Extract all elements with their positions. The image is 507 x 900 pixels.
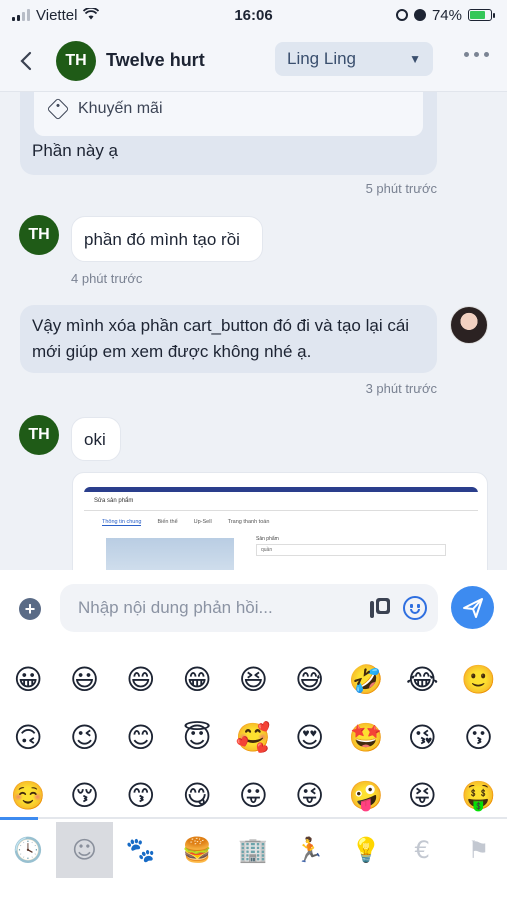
agent-select-value: Ling Ling (287, 49, 357, 68)
carrier-label: Viettel (36, 6, 78, 24)
clock: 16:06 (234, 6, 273, 24)
agent-avatar[interactable] (450, 306, 488, 344)
status-bar: Viettel 16:06 74% (0, 0, 507, 30)
emoji-key[interactable]: 🤩 (338, 708, 394, 766)
emoji-key[interactable]: 😛 (225, 766, 281, 824)
more-button[interactable] (464, 52, 489, 57)
emoji-key[interactable]: ☺️ (0, 766, 56, 824)
smiley-icon[interactable] (403, 596, 427, 620)
emoji-key[interactable]: 😊 (113, 708, 169, 766)
message-time: 3 phút trước (365, 381, 437, 396)
emoji-key[interactable]: 😝 (394, 766, 450, 824)
emoji-grid: 😀 😃 😄 😁 😆 😅 🤣 😂 🙂 🙃 😉 😊 😇 🥰 😍 🤩 😘 😗 ☺️ 😚 😙 😋 😛 😜 🤪 😝 🤑 (0, 650, 507, 824)
send-button[interactable] (451, 586, 494, 629)
image-attachment[interactable]: Sửa sản phẩm Thông tin chung Biến thể Up… (72, 472, 488, 570)
attachment-image (106, 538, 234, 570)
emoji-key[interactable]: 😗 (450, 708, 506, 766)
plus-circle-icon[interactable]: + (19, 598, 41, 620)
back-button[interactable] (14, 49, 38, 73)
smileys-icon[interactable]: ☺ (56, 822, 113, 878)
chat-header: TH Twelve hurt Ling Ling ▼ (0, 30, 507, 92)
attachment-preview: Sửa sản phẩm Thông tin chung Biến thể Up… (84, 487, 478, 570)
emoji-key[interactable]: 😜 (281, 766, 337, 824)
emoji-key[interactable]: 🙂 (450, 650, 506, 708)
places-icon[interactable]: 🏢 (225, 822, 281, 878)
emoji-key[interactable]: 🤪 (338, 766, 394, 824)
emoji-key[interactable]: 😆 (225, 650, 281, 708)
message-bubble-outgoing: Khuyến mãi Phần này ạ (20, 92, 437, 175)
attachment-tabs: Thông tin chung Biến thể Up-Sell Trang t… (84, 511, 478, 530)
message-time: 4 phút trước (71, 271, 143, 286)
alarm-icon (413, 9, 426, 21)
contact-avatar[interactable]: TH (56, 40, 96, 81)
emoji-key[interactable]: 😄 (113, 650, 169, 708)
keyboard-divider (0, 817, 507, 820)
emoji-key[interactable]: 😅 (281, 650, 337, 708)
flags-icon[interactable]: ⚑ (450, 822, 506, 878)
message-time: 5 phút trước (365, 181, 437, 196)
emoji-key[interactable]: 🤣 (338, 650, 394, 708)
battery-icon (468, 9, 495, 21)
contact-name[interactable]: Twelve hurt (106, 50, 205, 71)
message-input-wrapper[interactable] (60, 584, 438, 632)
wifi-icon (83, 7, 100, 23)
promo-card[interactable]: Khuyến mãi (34, 92, 423, 136)
chevron-left-icon (20, 51, 32, 70)
emoji-key[interactable]: 😘 (394, 708, 450, 766)
emoji-key[interactable]: 😙 (113, 766, 169, 824)
emoji-key[interactable]: 😍 (281, 708, 337, 766)
agent-select[interactable]: Ling Ling ▼ (275, 42, 433, 76)
message-bubble-incoming: oki (71, 417, 121, 461)
emoji-key[interactable]: 😇 (169, 708, 225, 766)
food-icon[interactable]: 🍔 (169, 822, 225, 878)
message-text: phần đó mình tạo rồi (84, 230, 240, 249)
send-icon (462, 597, 483, 618)
emoji-keyboard: 😀 😃 😄 😁 😆 😅 🤣 😂 🙂 🙃 😉 😊 😇 🥰 😍 🤩 😘 😗 ☺️ 😚 😙 😋 😛 😜 🤪 😝 🤑 🕓 ☺ 🐾 🍔 🏢 🏃 💡 € ⚑ (0, 642, 507, 900)
emoji-key[interactable]: 😂 (394, 650, 450, 708)
emoji-key[interactable]: 😁 (169, 650, 225, 708)
emoji-key[interactable]: 😋 (169, 766, 225, 824)
composer: + (0, 570, 507, 642)
caret-down-icon: ▼ (409, 52, 421, 66)
message-text: Phần này ạ (32, 141, 119, 160)
message-text: Vậy mình xóa phần cart_button đó đi và t… (32, 316, 410, 361)
signal-icon (12, 9, 30, 21)
message-input[interactable] (60, 584, 350, 632)
symbols-icon[interactable]: € (394, 822, 450, 878)
message-text: oki (84, 430, 106, 449)
attachment-title: Sửa sản phẩm (84, 492, 478, 511)
recent-icon[interactable]: 🕓 (0, 822, 56, 878)
emoji-key[interactable]: 😉 (56, 708, 112, 766)
emoji-key[interactable]: 🙃 (0, 708, 56, 766)
location-icon (395, 9, 408, 21)
animals-icon[interactable]: 🐾 (113, 822, 169, 878)
promo-card-label: Khuyến mãi (78, 100, 163, 117)
emoji-key[interactable]: 😚 (56, 766, 112, 824)
battery-percent: 74% (431, 6, 462, 24)
emoji-key[interactable]: 😀 (0, 650, 56, 708)
contact-avatar[interactable]: TH (19, 215, 59, 255)
contact-avatar[interactable]: TH (19, 415, 59, 455)
emoji-key[interactable]: 🤑 (450, 766, 506, 824)
message-bubble-outgoing: Vậy mình xóa phần cart_button đó đi và t… (20, 305, 437, 373)
emoji-category-bar: 🕓 ☺ 🐾 🍔 🏢 🏃 💡 € ⚑ (0, 822, 507, 878)
tag-icon (46, 97, 70, 121)
library-icon[interactable] (370, 598, 390, 618)
objects-icon[interactable]: 💡 (338, 822, 394, 878)
message-list[interactable]: Khuyến mãi Phần này ạ 5 phút trước TH ph… (0, 92, 507, 570)
emoji-key[interactable]: 🥰 (225, 708, 281, 766)
activity-icon[interactable]: 🏃 (281, 822, 337, 878)
message-bubble-incoming: phần đó mình tạo rồi (71, 216, 263, 262)
emoji-key[interactable]: 😃 (56, 650, 112, 708)
